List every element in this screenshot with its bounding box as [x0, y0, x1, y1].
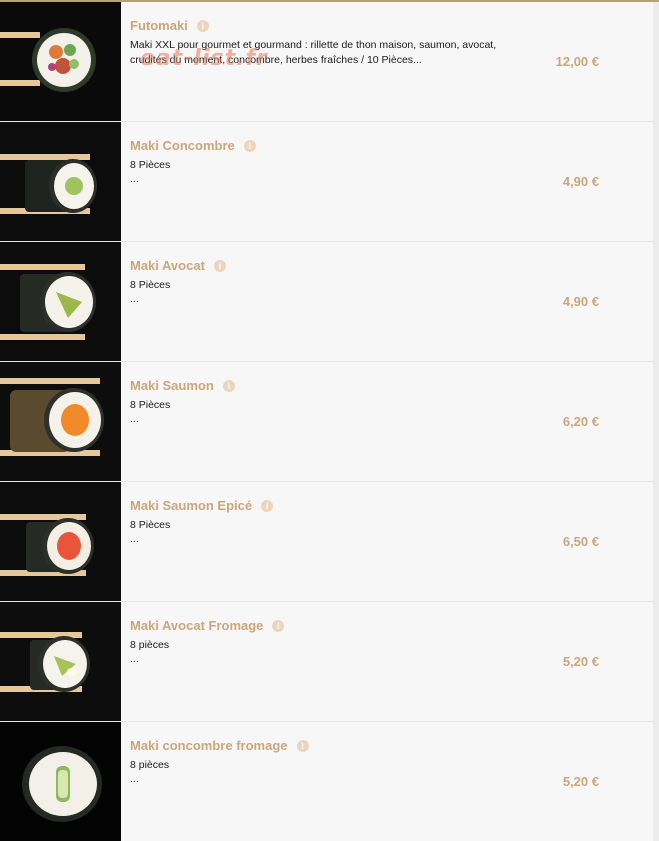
- item-title-row: Maki Avocat i: [130, 258, 226, 273]
- info-icon[interactable]: i: [222, 379, 235, 392]
- item-description-text: Maki XXL pour gourmet et gourmand : rill…: [130, 39, 497, 66]
- product-image[interactable]: [0, 122, 121, 241]
- item-ellipsis: ...: [130, 413, 139, 425]
- item-description-text: 8 pièces: [130, 639, 170, 651]
- menu-item-maki-avocat[interactable]: Maki Avocat i 8 Pièces ... 4,90 €: [0, 242, 659, 362]
- scrollbar-track[interactable]: [653, 2, 659, 841]
- item-ellipsis: ...: [130, 173, 139, 185]
- item-title[interactable]: Futomaki: [130, 18, 188, 33]
- product-image[interactable]: [0, 362, 121, 481]
- item-title[interactable]: Maki concombre fromage: [130, 738, 288, 753]
- menu-item-futomaki[interactable]: Futomaki i Maki XXL pour gourmet et gour…: [0, 2, 659, 122]
- item-description-text: 8 Pièces: [130, 159, 171, 171]
- item-description: 8 Pièces ...: [130, 518, 530, 545]
- item-title[interactable]: Maki Avocat Fromage: [130, 618, 263, 633]
- item-description: 8 pièces ...: [130, 758, 530, 785]
- item-ellipsis: ...: [130, 293, 139, 305]
- item-description: 8 Pièces ...: [130, 158, 530, 185]
- item-price: 4,90 €: [562, 294, 599, 309]
- item-price: 6,50 €: [562, 534, 599, 549]
- product-image[interactable]: [0, 2, 121, 121]
- menu-item-maki-concombre[interactable]: Maki Concombre i 8 Pièces ... 4,90 €: [0, 122, 659, 242]
- item-price: 5,20 €: [562, 774, 599, 789]
- item-price: 12,00 €: [555, 54, 599, 69]
- info-icon[interactable]: i: [213, 259, 226, 272]
- info-icon[interactable]: i: [196, 19, 209, 32]
- item-price: 4,90 €: [562, 174, 599, 189]
- item-title[interactable]: Maki Concombre: [130, 138, 235, 153]
- item-title-row: Maki Saumon i: [130, 378, 235, 393]
- item-ellipsis: ...: [130, 653, 139, 665]
- item-ellipsis: ...: [130, 533, 139, 545]
- product-image[interactable]: [0, 602, 121, 721]
- info-icon[interactable]: i: [272, 619, 285, 632]
- info-icon[interactable]: i: [243, 139, 256, 152]
- menu-item-maki-concombre-fromage[interactable]: Maki concombre fromage i 8 pièces ... 5,…: [0, 722, 659, 841]
- item-description-text: 8 Pièces: [130, 399, 171, 411]
- item-title[interactable]: Maki Saumon: [130, 378, 214, 393]
- item-title[interactable]: Maki Saumon Epicé: [130, 498, 252, 513]
- item-price: 5,20 €: [562, 654, 599, 669]
- item-description: 8 Pièces ...: [130, 398, 530, 425]
- item-description-text: 8 Pièces: [130, 519, 171, 531]
- item-title-row: Maki Avocat Fromage i: [130, 618, 285, 633]
- item-description: Maki XXL pour gourmet et gourmand : rill…: [130, 38, 530, 68]
- item-description: 8 pièces ...: [130, 638, 530, 665]
- item-price: 6,20 €: [562, 414, 599, 429]
- menu-list: Futomaki i Maki XXL pour gourmet et gour…: [0, 2, 659, 841]
- menu-item-maki-saumon-epice[interactable]: Maki Saumon Epicé i 8 Pièces ... 6,50 €: [0, 482, 659, 602]
- item-title-row: Maki concombre fromage i: [130, 738, 309, 753]
- info-icon[interactable]: i: [296, 739, 309, 752]
- item-title-row: Maki Saumon Epicé i: [130, 498, 274, 513]
- product-image[interactable]: [0, 482, 121, 601]
- item-title-row: Futomaki i: [130, 18, 209, 33]
- menu-item-maki-saumon[interactable]: Maki Saumon i 8 Pièces ... 6,20 €: [0, 362, 659, 482]
- product-image[interactable]: [0, 242, 121, 361]
- menu-item-maki-avocat-fromage[interactable]: Maki Avocat Fromage i 8 pièces ... 5,20 …: [0, 602, 659, 722]
- item-title[interactable]: Maki Avocat: [130, 258, 205, 273]
- item-title-row: Maki Concombre i: [130, 138, 256, 153]
- product-image[interactable]: [0, 722, 121, 841]
- info-icon[interactable]: i: [261, 499, 274, 512]
- item-description-text: 8 pièces: [130, 759, 170, 771]
- item-description: 8 Pièces ...: [130, 278, 530, 305]
- item-ellipsis: ...: [130, 773, 139, 785]
- item-description-text: 8 Pièces: [130, 279, 171, 291]
